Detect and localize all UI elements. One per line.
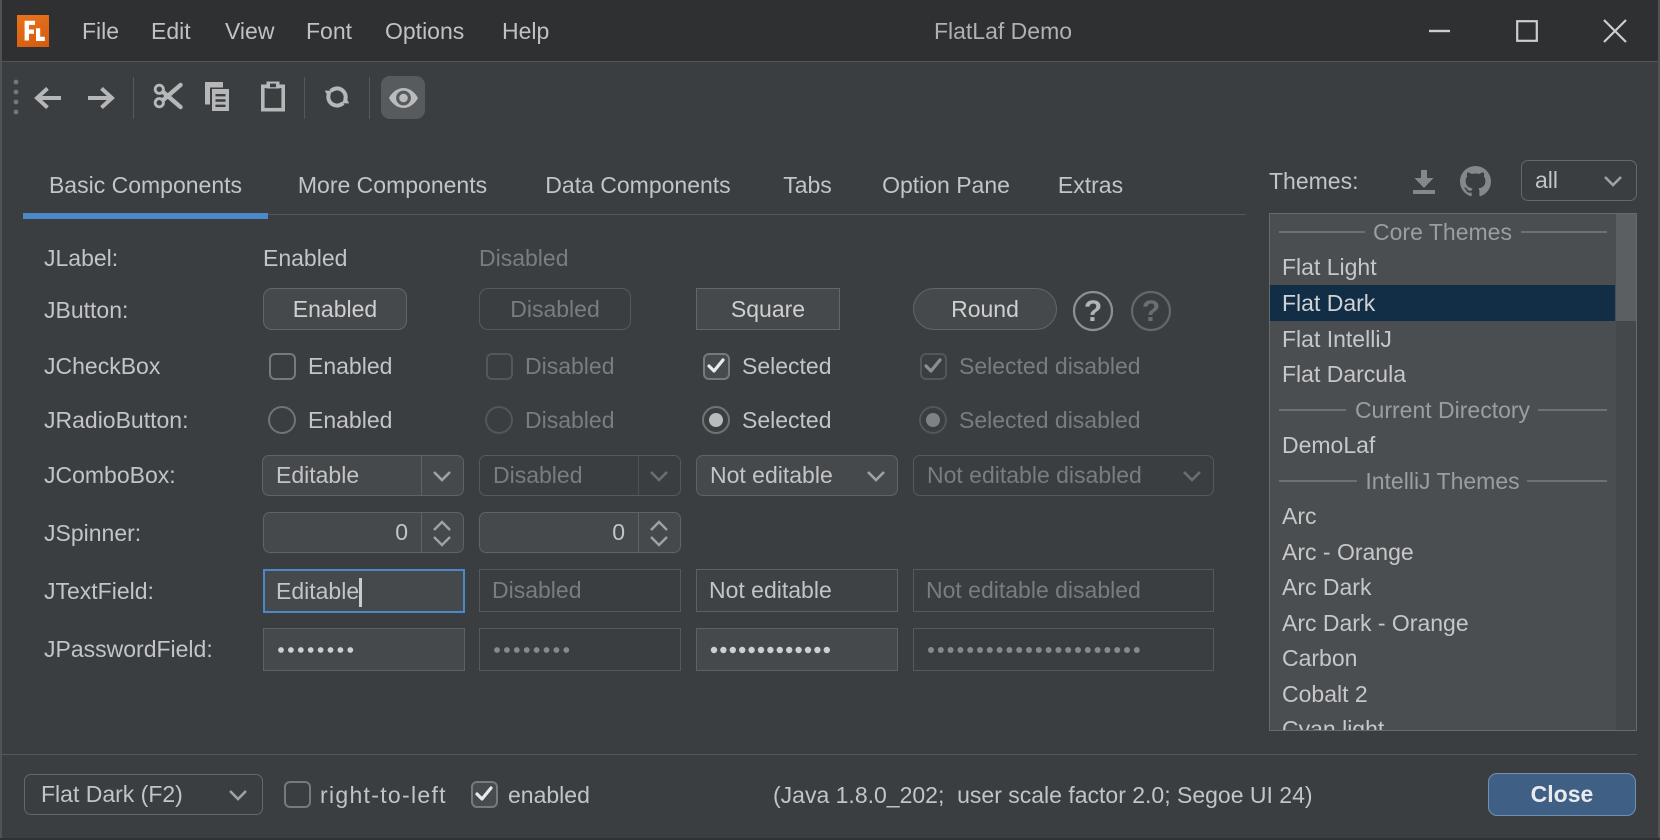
svg-text:?: ? (1142, 295, 1160, 328)
svg-text:?: ? (1084, 295, 1102, 328)
